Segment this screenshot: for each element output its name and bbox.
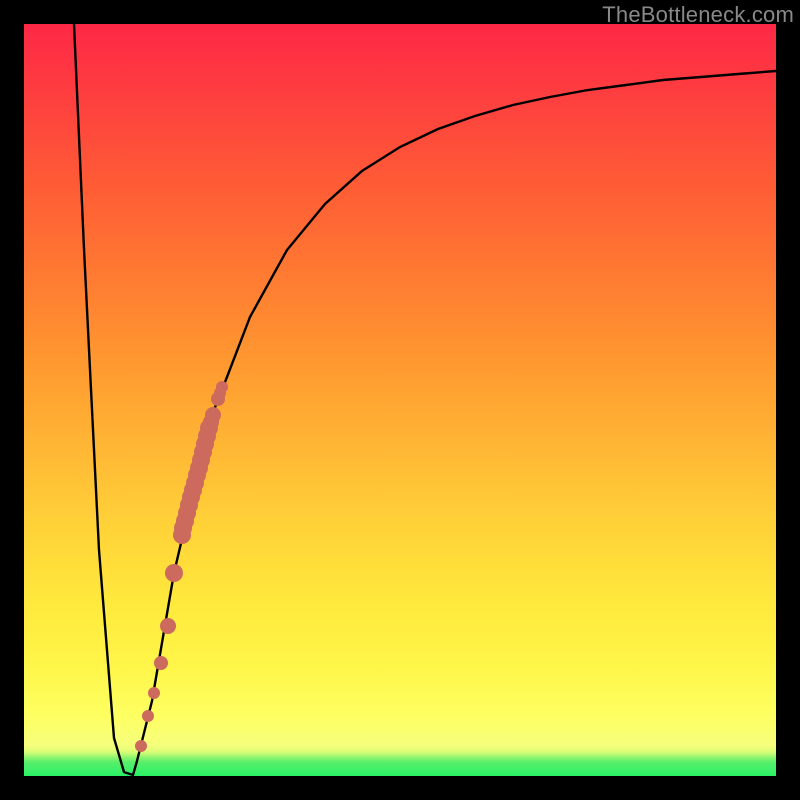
marker-group	[135, 381, 228, 752]
chart-svg	[24, 24, 776, 776]
plot-area	[24, 24, 776, 776]
bottleneck-curve	[74, 24, 776, 775]
watermark-text: TheBottleneck.com	[602, 2, 794, 28]
outer-frame: TheBottleneck.com	[0, 0, 800, 800]
